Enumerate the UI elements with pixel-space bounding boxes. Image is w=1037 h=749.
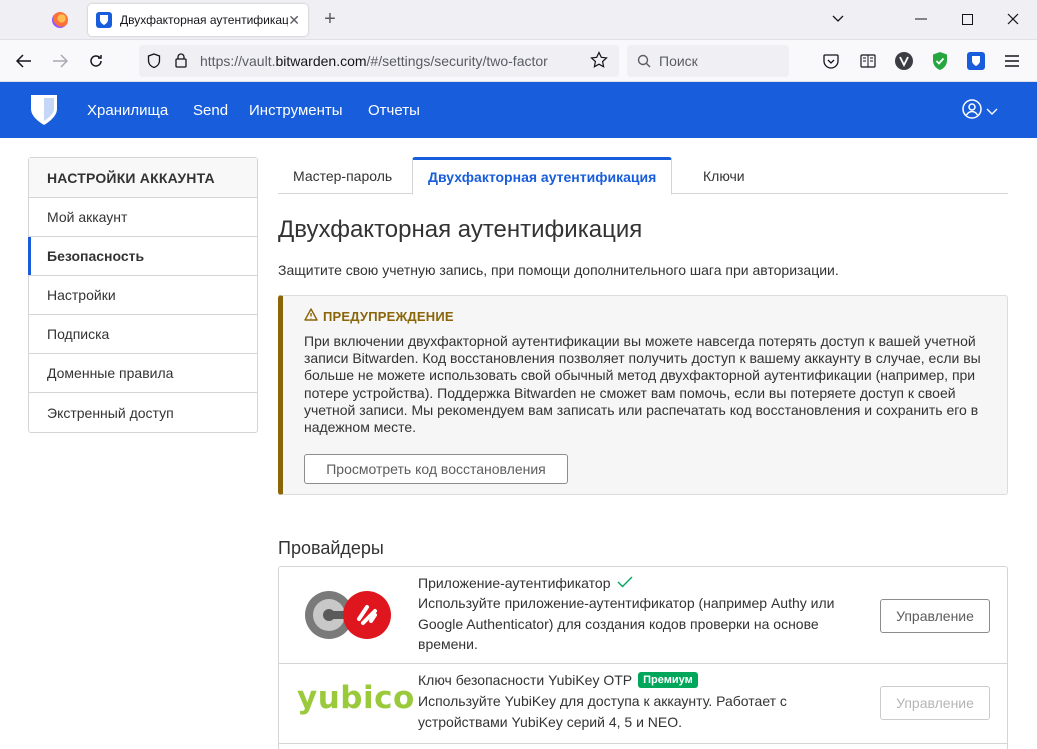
extension-shield-icon[interactable] [927, 48, 953, 74]
sidebar-item-subscription[interactable]: Подписка [29, 315, 257, 354]
browser-tab-title: Двухфакторная аутентификация [120, 13, 289, 27]
shield-icon[interactable] [147, 53, 161, 74]
warning-title: ПРЕДУПРЕЖДЕНИЕ [304, 308, 987, 324]
chevron-down-icon [986, 108, 998, 116]
providers-heading: Провайдеры [278, 538, 384, 558]
bitwarden-logo-icon[interactable] [30, 94, 58, 126]
yubico-logo: yubico [297, 680, 415, 716]
nav-vaults[interactable]: Хранилища [87, 82, 168, 138]
browser-tab-firefox[interactable] [38, 6, 82, 34]
nav-reports[interactable]: Отчеты [368, 82, 420, 138]
check-icon [617, 575, 633, 591]
bitwarden-extension-icon[interactable] [963, 48, 989, 74]
nav-send[interactable]: Send [193, 82, 228, 138]
forward-button[interactable] [46, 47, 74, 75]
tab-list-chevron-icon[interactable] [815, 0, 861, 38]
new-tab-button[interactable]: + [318, 7, 342, 33]
manage-yubikey-button[interactable]: Управление [880, 686, 990, 720]
browser-tabstrip: Двухфакторная аутентификация ✕ + [0, 0, 1037, 40]
browser-tab-active[interactable]: Двухфакторная аутентификация ✕ [88, 4, 308, 36]
authenticator-logo-icon [303, 589, 393, 646]
warning-title-text: ПРЕДУПРЕЖДЕНИЕ [323, 308, 454, 324]
address-bar[interactable]: https://vault.bitwarden.com/#/settings/s… [139, 45, 619, 77]
tab-two-factor[interactable]: Двухфакторная аутентификация [412, 157, 673, 195]
browser-toolbar: https://vault.bitwarden.com/#/settings/s… [0, 40, 1037, 82]
account-menu-button[interactable] [962, 99, 998, 124]
tab-master-password[interactable]: Мастер-пароль [278, 157, 407, 194]
provider-yubikey-title: Ключ безопасности YubiKey OTP Премиум [418, 672, 698, 688]
manage-authenticator-button[interactable]: Управление [880, 599, 990, 633]
search-placeholder: Поиск [659, 53, 698, 69]
security-tabs: Мастер-пароль Двухфакторная аутентификац… [278, 157, 1008, 195]
extension-v-icon[interactable] [891, 48, 917, 74]
providers-list: Приложение-аутентификатор Используйте пр… [278, 566, 1008, 749]
bitwarden-favicon-icon [96, 12, 112, 28]
user-avatar-icon [962, 99, 982, 124]
warning-triangle-icon [304, 308, 318, 324]
maximize-button[interactable] [944, 0, 990, 38]
back-button[interactable] [10, 47, 38, 75]
view-recovery-code-button[interactable]: Просмотреть код восстановления [304, 454, 568, 484]
lock-icon[interactable] [175, 52, 187, 73]
nav-tools[interactable]: Инструменты [249, 82, 343, 138]
provider-authenticator-name: Приложение-аутентификатор [418, 575, 611, 591]
url-text[interactable]: https://vault.bitwarden.com/#/settings/s… [200, 53, 548, 69]
settings-sidebar: НАСТРОЙКИ АККАУНТА Мой аккаунт Безопасно… [28, 157, 258, 433]
sidebar-item-security[interactable]: Безопасность [28, 237, 257, 276]
menu-hamburger-icon[interactable] [999, 48, 1025, 74]
reader-view-icon[interactable] [855, 48, 881, 74]
pocket-icon[interactable] [818, 48, 844, 74]
provider-authenticator-description: Используйте приложение-аутентификатор (н… [418, 595, 835, 652]
provider-yubikey-description: Используйте YubiKey для доступа к аккаун… [418, 693, 787, 730]
search-box[interactable]: Поиск [627, 45, 789, 77]
provider-yubikey: yubico Ключ безопасности YubiKey OTP Пре… [279, 664, 1007, 744]
provider-authenticator: Приложение-аутентификатор Используйте пр… [279, 567, 1007, 664]
sidebar-item-emergency-access[interactable]: Экстренный доступ [29, 393, 257, 432]
close-tab-icon[interactable]: ✕ [288, 12, 300, 29]
premium-badge: Премиум [638, 672, 698, 688]
warning-body: При включении двухфакторной аутентификац… [304, 333, 981, 436]
warning-callout: ПРЕДУПРЕЖДЕНИЕ При включении двухфакторн… [278, 295, 1008, 495]
search-icon [637, 54, 651, 68]
page-description: Защитите свою учетную запись, при помощи… [278, 262, 839, 278]
page-title: Двухфакторная аутентификация [278, 216, 643, 243]
close-window-button[interactable] [990, 0, 1036, 38]
app-header: Хранилища Send Инструменты Отчеты [0, 82, 1037, 138]
firefox-icon [52, 12, 68, 28]
minimize-button[interactable] [898, 0, 944, 38]
sidebar-item-my-account[interactable]: Мой аккаунт [29, 198, 257, 237]
sidebar-heading: НАСТРОЙКИ АККАУНТА [29, 158, 257, 198]
bookmark-star-icon[interactable] [590, 51, 608, 74]
reload-button[interactable] [82, 47, 110, 75]
tab-keys[interactable]: Ключи [688, 157, 760, 194]
sidebar-item-domain-rules[interactable]: Доменные правила [29, 354, 257, 393]
sidebar-item-preferences[interactable]: Настройки [29, 276, 257, 315]
provider-yubikey-name: Ключ безопасности YubiKey OTP [418, 672, 633, 688]
provider-authenticator-title: Приложение-аутентификатор [418, 575, 633, 591]
